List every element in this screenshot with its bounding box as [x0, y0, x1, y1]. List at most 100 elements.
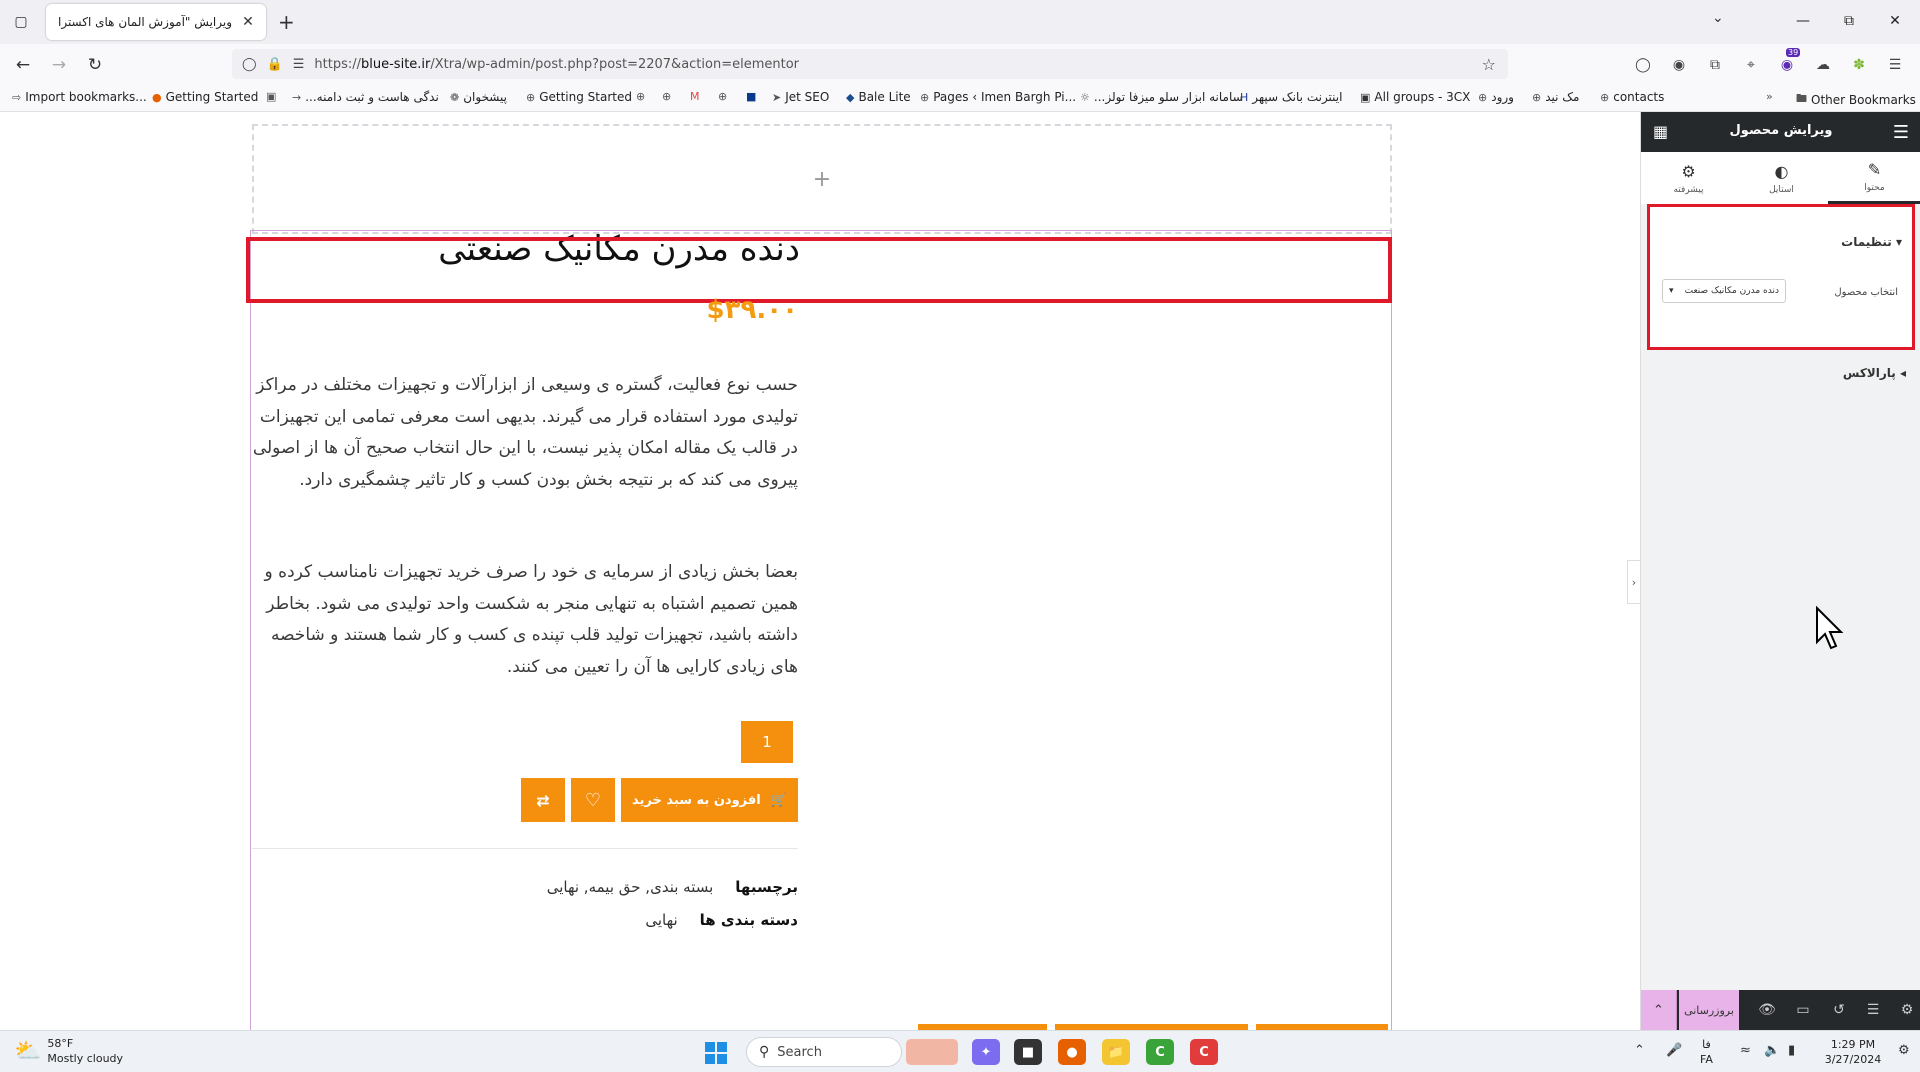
bookmark-item[interactable]: H اینترنت بانک سپهر	[1240, 90, 1342, 104]
app-icon[interactable]: ■	[746, 90, 760, 103]
pocket-icon[interactable]: ◯	[1632, 54, 1654, 76]
back-icon[interactable]: ←	[10, 52, 36, 78]
forward-icon[interactable]: →	[46, 52, 72, 78]
reload-icon[interactable]: ↻	[82, 52, 108, 78]
responsive-icon[interactable]: ▭	[1793, 1002, 1813, 1018]
widget-app-icon[interactable]	[906, 1039, 958, 1065]
url-text[interactable]: https://blue-site.ir/Xtra/wp-admin/post.…	[314, 57, 799, 72]
gmail-icon[interactable]: M	[690, 90, 704, 103]
panel-header: ▦ ویرایش محصول ☰	[1641, 112, 1920, 152]
lock-icon[interactable]: 🔒	[267, 57, 283, 72]
categories-value[interactable]: نهایی	[645, 911, 677, 929]
compare-button[interactable]: ⇄	[521, 778, 565, 822]
bookmark-item[interactable]: ❁ پیشخوان	[450, 90, 507, 104]
settings-heading[interactable]: ▾ تنظیمات	[1841, 235, 1902, 249]
bookmark-item[interactable]: ⊕ Pages ‹ Imen Bargh Pi...	[920, 90, 1076, 104]
other-bookmarks[interactable]: 🖿 Other Bookmarks	[1796, 90, 1916, 109]
address-bar[interactable]: ◯ 🔒 ☰ https://blue-site.ir/Xtra/wp-admin…	[232, 49, 1508, 79]
file-explorer-icon[interactable]: 📁	[1102, 1039, 1130, 1065]
product-description-paragraph: حسب نوع فعالیت، گستره ی وسیعی از ابزارآل…	[252, 375, 798, 490]
terminal-icon[interactable]: ■	[1014, 1039, 1042, 1065]
globe-icon: ⊕	[920, 90, 930, 104]
product-select[interactable]: دنده مدرن مکانیک صنعت ▾	[1662, 279, 1786, 303]
tab-bar: ▢ ویرایش "آموزش المان های اکسترا ✕ + ⌄ —…	[0, 0, 1920, 44]
tab-list-icon[interactable]: ▢	[8, 9, 34, 35]
globe-icon: →	[292, 90, 302, 104]
caret-down-icon: ▾	[1669, 286, 1674, 296]
close-icon[interactable]: ✕	[240, 14, 256, 30]
app-c-green-icon[interactable]: C	[1146, 1039, 1174, 1065]
gear-icon[interactable]: ⚙	[1897, 1002, 1917, 1018]
bookmarks-overflow-icon[interactable]: »	[1766, 90, 1777, 103]
minimize-icon[interactable]: —	[1788, 8, 1818, 34]
microphone-icon[interactable]: 🎤	[1666, 1043, 1682, 1058]
weather-widget[interactable]: ⛅ 58°F Mostly cloudy	[14, 1036, 123, 1066]
wishlist-button[interactable]: ♡	[571, 778, 615, 822]
new-tab-icon[interactable]: +	[278, 10, 295, 34]
extensions-icon[interactable]: ⧉	[1704, 54, 1726, 76]
globe-icon[interactable]: ⊕	[662, 90, 675, 103]
tab-advanced[interactable]: ⚙ پیشرفته	[1642, 152, 1735, 204]
chevron-up-icon[interactable]: ⌃	[1641, 990, 1677, 1030]
windows-start-icon[interactable]	[704, 1041, 728, 1065]
firefox-icon: ●	[152, 90, 162, 104]
star-icon[interactable]: ☆	[1482, 55, 1496, 74]
language-indicator[interactable]: فا FA	[1700, 1037, 1713, 1067]
volume-icon[interactable]: 🔈	[1764, 1043, 1780, 1058]
taskbar-search[interactable]: ⚲ Search	[746, 1037, 902, 1067]
quantity-input[interactable]: 1	[741, 721, 793, 763]
bookmark-item[interactable]: ▣	[266, 90, 280, 103]
add-section-area[interactable]: +	[252, 124, 1392, 234]
shield-icon[interactable]: ◯	[242, 57, 257, 72]
bookmark-item[interactable]: ▣ All groups - 3CX	[1360, 90, 1470, 104]
bookmark-item[interactable]: ● Getting Started	[152, 90, 258, 104]
bookmark-item[interactable]: ⊕ contacts	[1600, 90, 1664, 104]
tags-value[interactable]: بسته بندی, حق بیمه, نهایی	[547, 878, 714, 896]
bookmark-item[interactable]: ⇨ Import bookmarks...	[12, 90, 147, 104]
account-icon[interactable]: ◉	[1668, 54, 1690, 76]
firefox-icon[interactable]: ●	[1058, 1039, 1086, 1065]
clock[interactable]: 1:29 PM 3/27/2024	[1818, 1037, 1888, 1067]
cart-icon: 🛒	[770, 792, 787, 808]
globe-icon[interactable]: ⊕	[718, 90, 731, 103]
battery-icon[interactable]: ▮	[1788, 1043, 1795, 1058]
crop-icon[interactable]: ⌖	[1740, 54, 1762, 76]
bookmark-item[interactable]: ☼ ...سامانه ابزار سلو میزفا تولز	[1080, 90, 1243, 104]
extension-badge-icon[interactable]: ◉ 39	[1776, 48, 1801, 76]
history-icon[interactable]: ↺	[1829, 1002, 1849, 1018]
restore-icon[interactable]: ⧉	[1834, 8, 1864, 34]
globe-icon: ⊕	[1532, 90, 1542, 104]
tab-style[interactable]: ◐ استایل	[1735, 152, 1828, 204]
bookmark-item[interactable]: ◆ Bale Lite	[846, 90, 911, 104]
collapse-panel-icon[interactable]: ›	[1627, 560, 1641, 604]
notification-icon[interactable]: ⚙	[1898, 1043, 1910, 1058]
hamburger-icon[interactable]: ☰	[1893, 122, 1909, 143]
bookmark-item[interactable]: ⊕ ورود	[1478, 90, 1514, 104]
divider	[252, 848, 798, 849]
bookmark-item[interactable]: ➤ Jet SEO	[772, 90, 829, 104]
bank-icon: H	[1240, 90, 1249, 104]
eye-icon[interactable]: 👁	[1757, 1002, 1777, 1018]
permissions-icon[interactable]: ☰	[293, 57, 305, 72]
copilot-icon[interactable]: ✦	[972, 1039, 1000, 1065]
chevron-down-icon[interactable]: ⌄	[1712, 10, 1724, 26]
parallax-heading[interactable]: ◂ پارالاکس	[1843, 366, 1906, 380]
update-button[interactable]: بروزرسانی	[1679, 990, 1739, 1030]
menu-icon[interactable]: ☰	[1884, 54, 1906, 76]
vpn-icon[interactable]: ✽	[1848, 54, 1870, 76]
bookmark-item[interactable]: ⊕ مک نید	[1532, 90, 1579, 104]
app-c-red-icon[interactable]: C	[1190, 1039, 1218, 1065]
tab-content[interactable]: ✎ محتوا	[1828, 152, 1920, 204]
contrast-icon: ◐	[1774, 161, 1789, 181]
cloud-icon[interactable]: ☁	[1812, 54, 1834, 76]
bookmark-item[interactable]: ⊕ Getting Started	[526, 90, 632, 104]
close-window-icon[interactable]: ✕	[1880, 8, 1910, 34]
plus-icon[interactable]: +	[813, 167, 831, 192]
chevron-up-icon[interactable]: ⌃	[1634, 1043, 1645, 1058]
globe-icon[interactable]: ⊕	[636, 90, 649, 103]
add-to-cart-button[interactable]: افزودن به سبد خرید 🛒	[621, 778, 798, 822]
bookmark-item[interactable]: → ...ندگی هاست و ثبت دامنه	[292, 90, 439, 104]
layers-icon[interactable]: ☰	[1863, 1002, 1883, 1018]
active-tab[interactable]: ویرایش "آموزش المان های اکسترا ✕	[46, 4, 266, 40]
wifi-icon[interactable]: ≈	[1740, 1043, 1751, 1058]
